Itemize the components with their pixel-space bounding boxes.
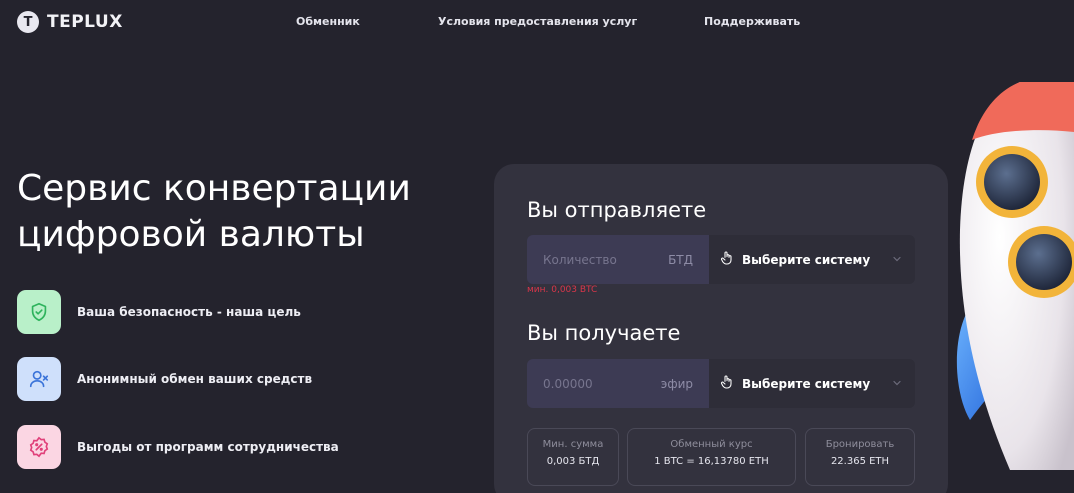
feature-security: Ваша безопасность - наша цель bbox=[17, 290, 301, 334]
send-field: БТД Выберите систему bbox=[527, 235, 915, 284]
brand-logo[interactable]: T TEPLUX bbox=[17, 11, 123, 33]
receive-system-select[interactable]: Выберите систему bbox=[709, 359, 915, 408]
stat-min-amount-label: Мин. сумма bbox=[542, 439, 604, 450]
feature-partnership: Выгоды от программ сотрудничества bbox=[17, 425, 339, 469]
feature-anonymous-label: Анонимный обмен ваших средств bbox=[77, 372, 313, 386]
top-header: T TEPLUX Обменник Условия предоставления… bbox=[0, 0, 1074, 46]
nav-exchanger[interactable]: Обменник bbox=[296, 15, 360, 28]
nav-terms[interactable]: Условия предоставления услуг bbox=[438, 15, 637, 28]
feature-security-label: Ваша безопасность - наша цель bbox=[77, 305, 301, 319]
receive-field: эфир Выберите систему bbox=[527, 359, 915, 408]
send-system-select[interactable]: Выберите систему bbox=[709, 235, 915, 284]
rocket-illustration bbox=[940, 70, 1074, 484]
receive-unit: эфир bbox=[660, 376, 693, 391]
shield-check-icon bbox=[17, 290, 61, 334]
hero-title-line2: цифровой валюты bbox=[17, 214, 365, 255]
min-amount-note: мин. 0,003 BTC bbox=[527, 285, 598, 295]
feature-anonymous: Анонимный обмен ваших средств bbox=[17, 357, 312, 401]
nav-support[interactable]: Поддерживать bbox=[704, 15, 800, 28]
feature-partnership-label: Выгоды от программ сотрудничества bbox=[77, 440, 339, 454]
send-system-label: Выберите систему bbox=[742, 252, 871, 267]
chevron-down-icon bbox=[891, 374, 903, 393]
hand-pointer-icon bbox=[719, 250, 735, 270]
logo-text: TEPLUX bbox=[47, 12, 123, 32]
stat-min-amount-value: 0,003 БТД bbox=[546, 456, 600, 467]
logo-icon: T bbox=[17, 11, 39, 33]
percent-badge-icon bbox=[17, 425, 61, 469]
receive-heading: Вы получаете bbox=[527, 321, 681, 345]
hero-title: Сервис конвертации цифровой валюты bbox=[17, 166, 457, 258]
stat-exchange-rate: Обменный курс 1 BTC = 16,13780 ETH bbox=[627, 428, 796, 486]
receive-amount-box: эфир bbox=[527, 359, 709, 408]
send-unit: БТД bbox=[668, 252, 693, 267]
send-amount-box: БТД bbox=[527, 235, 709, 284]
receive-amount-input[interactable] bbox=[543, 376, 643, 391]
send-heading: Вы отправляете bbox=[527, 198, 707, 222]
stat-exchange-rate-value: 1 BTC = 16,13780 ETH bbox=[654, 456, 769, 467]
stat-reserve-label: Бронировать bbox=[825, 439, 895, 450]
chevron-down-icon bbox=[891, 250, 903, 269]
send-amount-input[interactable] bbox=[543, 252, 643, 267]
user-x-icon bbox=[17, 357, 61, 401]
receive-system-label: Выберите систему bbox=[742, 376, 871, 391]
stat-exchange-rate-label: Обменный курс bbox=[670, 439, 753, 450]
hand-pointer-icon bbox=[719, 374, 735, 394]
stat-reserve: Бронировать 22.365 ETH bbox=[805, 428, 915, 486]
hero-title-line1: Сервис конвертации bbox=[17, 168, 411, 209]
stat-reserve-value: 22.365 ETH bbox=[830, 456, 890, 467]
exchange-card: Вы отправляете БТД Выберите систему мин.… bbox=[494, 164, 948, 493]
stat-min-amount: Мин. сумма 0,003 БТД bbox=[527, 428, 619, 486]
